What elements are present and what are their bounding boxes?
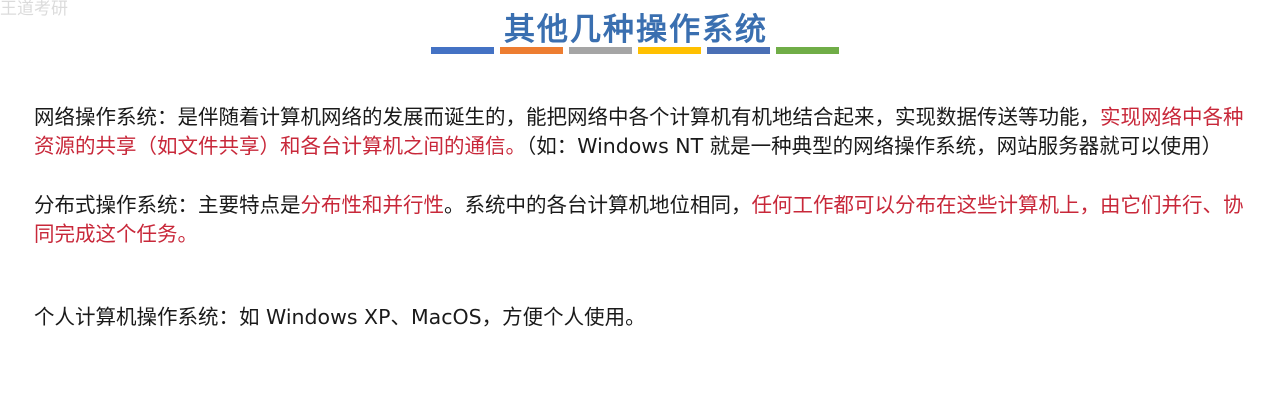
- paragraph-text: 。系统中的各台计算机地位相同，: [444, 193, 752, 217]
- title-bar: [500, 47, 563, 54]
- title-bar: [638, 47, 701, 54]
- slide-content: 网络操作系统：是伴随着计算机网络的发展而诞生的，能把网络中各个计算机有机地结合起…: [34, 103, 1249, 332]
- title-bar: [569, 47, 632, 54]
- paragraph-text: 网络操作系统：是伴随着计算机网络的发展而诞生的，能把网络中各个计算机有机地结合起…: [34, 105, 1100, 129]
- title-bar: [776, 47, 839, 54]
- title-bar: [431, 47, 494, 54]
- title-color-bars: [431, 47, 839, 54]
- highlighted-text: 分布性和并行性: [300, 193, 445, 217]
- paragraph-network-os: 网络操作系统：是伴随着计算机网络的发展而诞生的，能把网络中各个计算机有机地结合起…: [34, 103, 1249, 161]
- paragraph-distributed-os: 分布式操作系统：主要特点是分布性和并行性。系统中的各台计算机地位相同，任何工作都…: [34, 191, 1249, 249]
- title-bar: [707, 47, 770, 54]
- paragraph-text: （如：Windows NT 就是一种典型的网络操作系统，网站服务器就可以使用）: [526, 134, 1223, 158]
- slide-title: 其他几种操作系统: [504, 12, 768, 48]
- paragraph-text: 个人计算机操作系统：如 Windows XP、MacOS，方便个人使用。: [34, 305, 646, 329]
- paragraph-text: 分布式操作系统：主要特点是: [34, 193, 301, 217]
- paragraph-personal-os: 个人计算机操作系统：如 Windows XP、MacOS，方便个人使用。: [34, 303, 1249, 332]
